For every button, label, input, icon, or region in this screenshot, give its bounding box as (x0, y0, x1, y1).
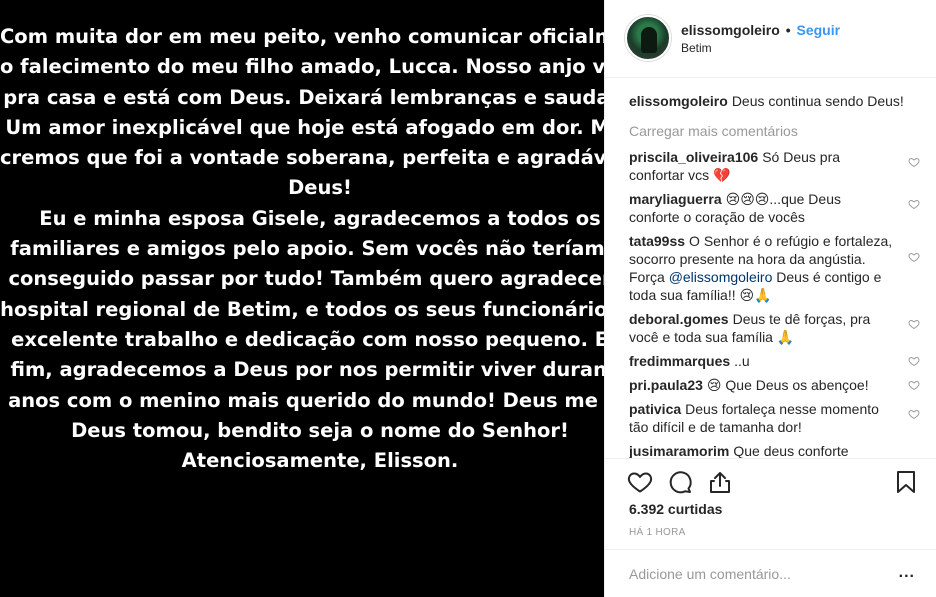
likes-count[interactable]: 6.392 curtidas (629, 501, 722, 517)
comment-username[interactable]: pativica (629, 401, 681, 417)
image-text-line: familiares e amigos pelo apoio. Sem você… (10, 237, 604, 261)
image-text-line: Deus! (288, 176, 352, 200)
image-text-line: Com muita dor em meu peito, venho comuni… (0, 25, 604, 48)
image-text-line: fim, agradecemos a Deus por nos permitir… (10, 358, 604, 382)
post-image: Com muita dor em meu peito, venho comuni… (0, 0, 604, 597)
comment-item: fredimmarques ..u (629, 352, 921, 370)
dot-separator: • (785, 22, 791, 38)
bookmark-icon[interactable] (893, 469, 919, 495)
post-timestamp[interactable]: HÁ 1 HORA (629, 527, 686, 538)
comment-like-heart-icon[interactable] (907, 407, 921, 421)
image-text-line: Deus tomou, bendito seja o nome do Senho… (71, 418, 569, 442)
comment-username[interactable]: tata99ss (629, 233, 685, 249)
add-comment-input[interactable] (629, 564, 879, 584)
avatar[interactable] (625, 15, 671, 61)
comment-username[interactable]: maryliaguerra (629, 191, 722, 207)
comments-list[interactable]: elissomgoleiro Deus continua sendo Deus! … (629, 86, 921, 458)
image-text-line: cremos que foi a vontade soberana, perfe… (0, 146, 604, 170)
image-text-line: conseguido passar por tudo! Também quero… (8, 267, 604, 291)
comment-like-heart-icon[interactable] (907, 354, 921, 368)
comment-username[interactable]: jusimaramorim (629, 443, 729, 458)
comment-text: Que deus conforte (733, 443, 849, 458)
post-header: elissomgoleiro • Seguir Betim (605, 0, 936, 78)
comment-like-heart-icon[interactable] (907, 197, 921, 211)
comment-item: maryliaguerra 😢😢😢...que Deus conforte o c… (629, 190, 921, 226)
comment-username[interactable]: pri.paula23 (629, 377, 703, 393)
comment-like-heart-icon[interactable] (907, 317, 921, 331)
comment-username[interactable]: priscila_oliveira106 (629, 149, 758, 165)
comment-icon[interactable] (667, 469, 693, 495)
comment-item: priscila_oliveira106 Só Deus pra conforta… (629, 148, 921, 184)
header-username[interactable]: elissomgoleiro (681, 22, 780, 38)
comment-like-heart-icon[interactable] (907, 378, 921, 392)
share-icon[interactable] (707, 469, 733, 495)
comment-item: pri.paula23 😢 Que Deus os abençoe! (629, 376, 921, 394)
comment-username[interactable]: fredimmarques (629, 353, 730, 369)
location-link[interactable]: Betim (681, 41, 712, 55)
post-sidebar: elissomgoleiro • Seguir Betim elissomgol… (604, 0, 936, 597)
comment-item: jusimaramorim Que deus conforte (629, 442, 921, 458)
caption-text: Deus continua sendo Deus! (731, 93, 904, 109)
post-caption: elissomgoleiro Deus continua sendo Deus! (629, 92, 921, 110)
comment-like-heart-icon[interactable] (907, 250, 921, 264)
image-text-line: Um amor inexplicável que hoje está afoga… (5, 115, 604, 139)
post-image-text: Com muita dor em meu peito, venho comuni… (0, 22, 604, 476)
image-text-line: o falecimento do meu filho amado, Lucca.… (0, 55, 604, 79)
image-text-line: hospital regional de Betim, e todos os s… (0, 297, 604, 321)
follow-button[interactable]: Seguir (797, 22, 841, 38)
comment-like-heart-icon[interactable] (907, 155, 921, 169)
add-comment-bar: ... (605, 549, 936, 597)
comment-text: 😢 Que Deus os abençoe! (706, 377, 869, 393)
caption-username[interactable]: elissomgoleiro (629, 93, 728, 109)
post-actions: 6.392 curtidas HÁ 1 HORA (605, 458, 936, 558)
image-text-line: pra casa e está com Deus. Deixará lembra… (3, 85, 604, 109)
image-text-line: Eu e minha esposa Gisele, agradecemos a … (39, 206, 601, 230)
comment-item: deboral.gomes Deus te dê forças, pra você… (629, 310, 921, 346)
comment-username[interactable]: deboral.gomes (629, 311, 729, 327)
image-text-line: Atenciosamente, Elisson. (181, 449, 459, 473)
image-text-line: anos com o menino mais querido do mundo!… (8, 388, 604, 412)
more-options-icon[interactable]: ... (899, 564, 915, 582)
load-more-comments-button[interactable]: Carregar mais comentários (629, 122, 921, 140)
heart-icon[interactable] (627, 469, 653, 495)
comment-mention-link[interactable]: @elissomgoleiro (669, 269, 773, 285)
comment-item: pativica Deus fortaleça nesse momento tão… (629, 400, 921, 436)
image-text-line: excelente trabalho e dedicação com nosso… (11, 327, 604, 351)
comment-text: ..u (734, 353, 750, 369)
comment-item: tata99ss O Senhor é o refúgio e fortaleza… (629, 232, 921, 304)
header-username-row: elissomgoleiro • Seguir (681, 22, 840, 38)
